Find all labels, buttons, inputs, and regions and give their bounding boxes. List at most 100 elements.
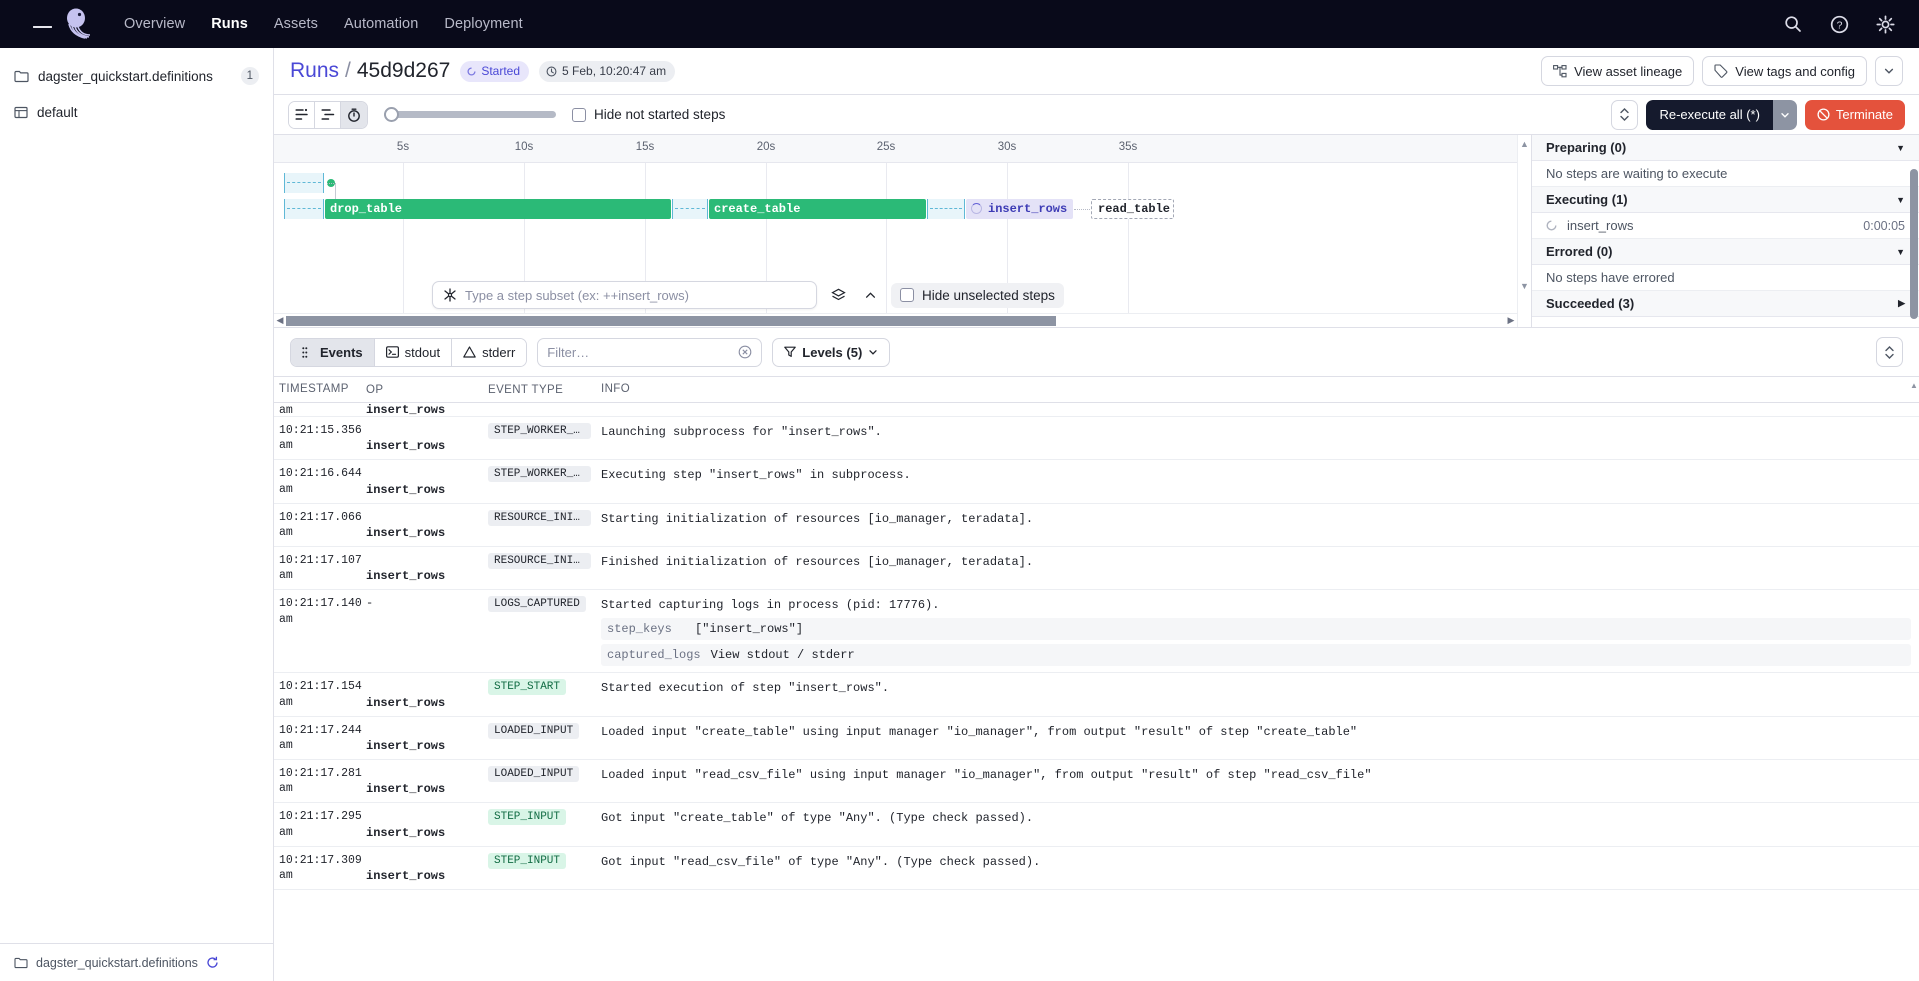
expand-collapse-button[interactable] [1611,99,1639,130]
scrollbar-thumb[interactable] [1910,169,1918,319]
hide-unselected-steps-checkbox[interactable]: Hide unselected steps [891,282,1064,308]
table-row[interactable]: 10:21:17.107 am insert_rows RESOURCE_INI… [274,547,1919,591]
gantt-bar-read-table[interactable]: read_table [1091,199,1174,219]
info-kv-key: step_keys [607,622,672,637]
search-icon[interactable] [1781,12,1805,36]
table-row[interactable]: 10:21:17.066 am insert_rows RESOURCE_INI… [274,504,1919,548]
tab-events[interactable]: Events [291,338,375,366]
view-tags-and-config-label: View tags and config [1735,63,1855,79]
status-section-executing[interactable]: Executing (1) ▼ [1532,187,1919,213]
column-header-timestamp: TIMESTAMP [279,382,349,395]
layers-icon[interactable] [827,284,849,306]
table-row[interactable]: 10:21:17.244 am insert_rows LOADED_INPUT… [274,717,1919,761]
slider-knob[interactable] [384,107,399,122]
tab-stdout[interactable]: stdout [374,338,453,366]
chevron-down-icon [1883,65,1895,77]
chevron-down-icon[interactable]: ▼ [1896,143,1905,153]
checkbox-box[interactable] [900,288,914,302]
cell-op: insert_rows [366,569,446,584]
status-section-succeeded[interactable]: Succeeded (3) ▶ [1532,291,1919,317]
info-kv-value-link[interactable]: View stdout / stderr [711,646,855,664]
event-type-badge: RESOURCE_INIT_S… [488,509,591,526]
chevron-down-icon[interactable]: ▼ [1896,195,1905,205]
chevron-down-icon[interactable]: ▼ [1896,247,1905,257]
help-icon[interactable]: ? [1827,12,1851,36]
gantt-connector [327,183,336,184]
table-row[interactable]: 10:21:17.140 am - LOGS_CAPTURED Started … [274,590,1919,674]
gantt-view-mode-group [288,100,368,129]
step-subset-input[interactable]: Type a step subset (ex: ++insert_rows) [432,281,817,309]
log-levels-filter-button[interactable]: Levels (5) [772,337,891,367]
gridline [1128,163,1129,327]
gantt-chart[interactable]: 5s 10s 15s 20s 25s 30s 35s drop_table cr… [274,135,1517,327]
scroll-up-arrow-icon[interactable]: ▲ [1910,381,1918,390]
gantt-vertical-scrollbar[interactable]: ▲ ▼ [1517,135,1531,327]
status-badge-label: Started [481,64,521,78]
run-status-panel: Preparing (0) ▼ No steps are waiting to … [1531,135,1919,327]
table-row[interactable]: 10:21:17.154 am insert_rows STEP_START S… [274,673,1919,717]
gantt-bar-drop-table[interactable]: drop_table [325,199,671,219]
cell-event-type: STEP_WORKER_STA… [488,460,601,502]
table-row[interactable]: 10:21:17.295 am insert_rows STEP_INPUT G… [274,803,1919,847]
log-vertical-scrollbar[interactable]: ▲ [1910,381,1918,977]
nav-link-overview[interactable]: Overview [124,16,185,32]
nav-link-automation[interactable]: Automation [344,16,418,32]
gantt-wait-segment [672,199,708,219]
table-row[interactable]: 10:21:17.281 am insert_rows LOADED_INPUT… [274,760,1919,804]
status-panel-scrollbar[interactable] [1910,155,1918,319]
more-actions-button[interactable] [1875,56,1903,86]
nav-link-deployment[interactable]: Deployment [444,16,522,32]
breadcrumb-runs-link[interactable]: Runs [290,59,339,83]
flat-view-button[interactable] [289,101,315,128]
hide-not-started-steps-checkbox[interactable]: Hide not started steps [572,107,725,122]
table-row[interactable]: 10:21:16.644 am insert_rows STEP_WORKER_… [274,460,1919,504]
status-section-errored[interactable]: Errored (0) ▼ [1532,239,1919,265]
table-row[interactable]: 10:21:17.309 am insert_rows STEP_INPUT G… [274,847,1919,891]
sidebar-item-dagster-quickstart-definitions[interactable]: dagster_quickstart.definitions 1 [0,58,273,94]
gantt-bar-create-table[interactable]: create_table [709,199,926,219]
clear-circle-icon[interactable] [738,345,752,359]
gantt-bar-insert-rows[interactable]: insert_rows [966,199,1073,219]
event-type-badge: STEP_INPUT [488,852,567,869]
cell-op: insert_rows [366,439,446,454]
hamburger-menu-icon[interactable] [16,7,52,41]
sidebar-item-default[interactable]: default [0,94,273,130]
sidebar-footer[interactable]: dagster_quickstart.definitions [0,943,273,981]
terminate-button[interactable]: Terminate [1804,99,1905,130]
chevron-up-icon[interactable] [859,284,881,306]
gantt-zoom-slider[interactable] [384,107,556,122]
status-empty-errored: No steps have errored [1532,265,1919,291]
nav-link-runs[interactable]: Runs [211,16,248,32]
view-asset-lineage-button[interactable]: View asset lineage [1541,56,1695,86]
timing-view-button[interactable] [341,101,367,128]
logs-filter-input[interactable]: Filter… [537,337,763,367]
settings-icon[interactable] [1873,12,1897,36]
re-execute-options-button[interactable] [1772,99,1797,130]
axis-tick: 15s [635,141,655,153]
sidebar-item-label: dagster_quickstart.definitions [38,68,213,84]
dagster-logo-icon[interactable] [58,4,98,44]
reload-icon[interactable] [206,956,219,969]
logs-expand-collapse-button[interactable] [1876,337,1903,367]
breadcrumb-separator: / [345,59,351,82]
table-row[interactable]: 10:21:15.356 am insert_rows STEP_WORKER_… [274,417,1919,461]
scroll-down-arrow-icon[interactable]: ▼ [1520,281,1529,291]
waterfall-view-button[interactable] [315,101,341,128]
scroll-left-arrow-icon[interactable]: ◀ [274,315,286,326]
scrollbar-thumb[interactable] [286,315,1056,326]
scroll-up-arrow-icon[interactable]: ▲ [1520,139,1529,149]
re-execute-all-button[interactable]: Re-execute all (*) [1646,99,1773,130]
scroll-right-arrow-icon[interactable]: ▶ [1505,315,1517,326]
view-tags-and-config-button[interactable]: View tags and config [1702,56,1867,86]
tab-stderr[interactable]: stderr [452,338,527,366]
chevron-right-icon[interactable]: ▶ [1898,298,1905,309]
gantt-horizontal-scrollbar[interactable]: ◀ ▶ [274,313,1517,327]
status-row-insert-rows[interactable]: insert_rows 0:00:05 [1532,213,1919,239]
cell-timestamp: 10:21:17.309 am [279,853,362,882]
checkbox-box[interactable] [572,107,586,122]
axis-tick: 30s [997,141,1017,153]
status-section-title: Errored (0) [1546,244,1613,259]
nav-link-assets[interactable]: Assets [274,16,318,32]
status-section-preparing[interactable]: Preparing (0) ▼ [1532,135,1919,161]
log-table-body[interactable]: am insert_rows 10:21:15.356 am insert_ro… [274,403,1919,981]
